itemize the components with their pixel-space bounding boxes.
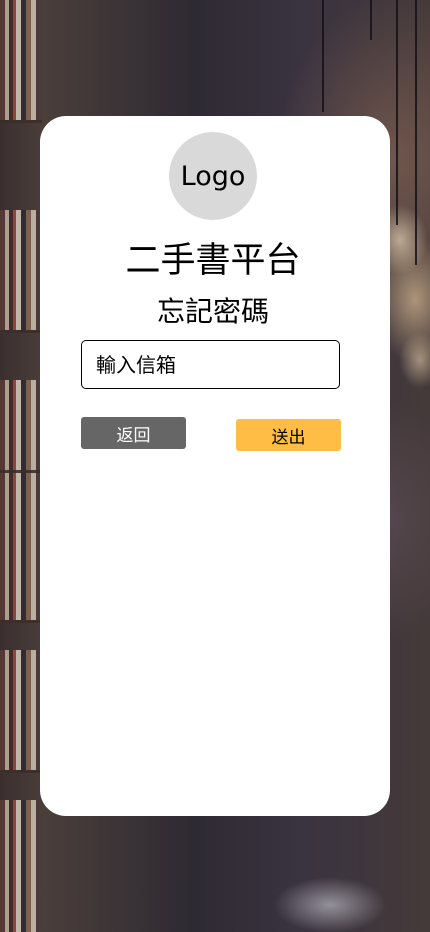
lamp-cord bbox=[415, 0, 417, 265]
forgot-password-screen: Logo 二手書平台 忘記密碼 返回 送出 bbox=[0, 0, 430, 932]
bookshelf-books bbox=[0, 0, 40, 120]
bookshelf-books bbox=[0, 210, 40, 330]
logo-placeholder: Logo bbox=[169, 132, 257, 220]
back-button[interactable]: 返回 bbox=[81, 417, 186, 449]
bookshelf-books bbox=[0, 800, 40, 932]
bookshelf-shelf bbox=[0, 620, 42, 623]
submit-button[interactable]: 送出 bbox=[236, 419, 341, 451]
bookshelf-books bbox=[0, 650, 40, 770]
lamp-cord bbox=[322, 0, 324, 112]
bookshelf-shelf bbox=[0, 770, 42, 773]
forgot-password-card: Logo 二手書平台 忘記密碼 返回 送出 bbox=[40, 116, 390, 816]
page-title: 忘記密碼 bbox=[156, 295, 269, 328]
lamp-cord bbox=[370, 0, 372, 40]
bookshelf-books bbox=[0, 500, 40, 620]
bookshelf-shelf bbox=[0, 330, 42, 333]
app-title: 二手書平台 bbox=[125, 241, 301, 281]
logo-text: Logo bbox=[180, 160, 246, 192]
bookshelf-books bbox=[0, 380, 40, 500]
email-input[interactable] bbox=[81, 340, 340, 389]
bookshelf-shelf bbox=[0, 470, 42, 473]
bookshelf-shelf bbox=[0, 120, 42, 123]
lamp-cord bbox=[396, 0, 398, 225]
